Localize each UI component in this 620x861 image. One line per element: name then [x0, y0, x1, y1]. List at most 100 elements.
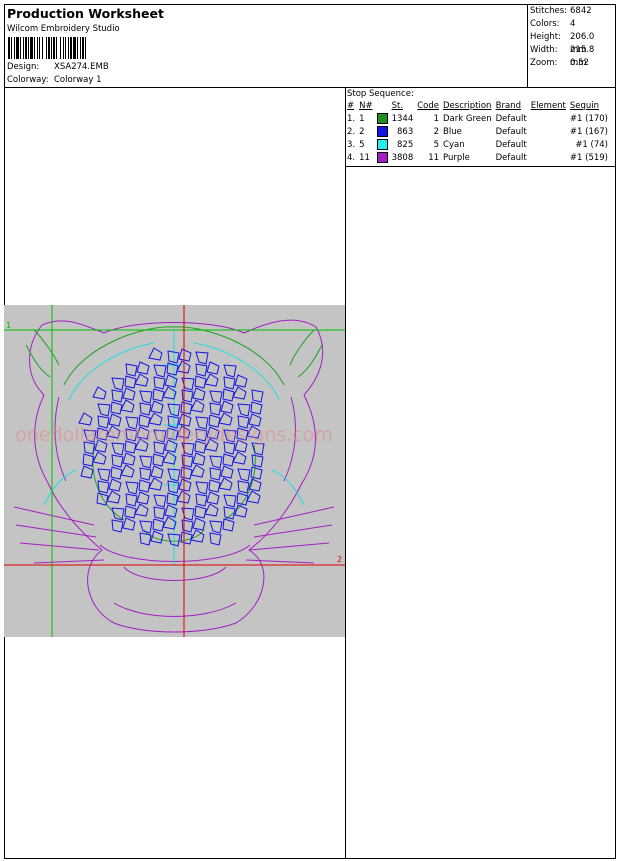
- sequence-row: 1. 1 1344 1 Dark Green Default #1 (170): [345, 112, 610, 125]
- fur-cell-120: [218, 477, 233, 491]
- row-code: 2: [433, 126, 440, 137]
- row-code: 1: [433, 113, 440, 124]
- fur-cell-130: [195, 493, 208, 507]
- fur-cell-37: [139, 402, 152, 416]
- fur-cell-18: [194, 375, 207, 389]
- fur-cell-25: [139, 390, 153, 404]
- fur-cell-141: [194, 505, 207, 519]
- fur-cell-122: [248, 478, 262, 492]
- fur-cell-105: [180, 466, 193, 480]
- fur-cell-119: [208, 479, 221, 493]
- guide-marker-2: 2: [337, 555, 342, 564]
- fur-cell-134: [246, 490, 261, 504]
- stop-sequence-title: Stop Sequence:: [347, 89, 414, 99]
- fur-cell-4: [125, 363, 138, 377]
- row-stitches: 3808: [391, 152, 414, 163]
- fur-cell-30: [209, 390, 223, 404]
- row-sequin: #1 (74): [575, 139, 608, 150]
- row-code: 11: [428, 152, 440, 163]
- fur-cell-32: [232, 386, 247, 400]
- fur-cell-159: [209, 532, 222, 546]
- fur-cell-118: [195, 481, 209, 495]
- color-swatch: [376, 139, 388, 150]
- sequence-divider: [345, 166, 616, 167]
- fur-cell-10: [206, 361, 220, 375]
- fur-cell-146: [122, 517, 136, 531]
- fur-cell-111: [97, 480, 110, 494]
- whisker-6: [249, 542, 330, 551]
- row-needle: 2: [359, 126, 365, 137]
- col-code: Code: [417, 101, 440, 111]
- watermark-text: onedollarembroiderydesigns.com: [15, 424, 333, 446]
- fur-cell-86: [92, 451, 107, 465]
- fur-cell-153: [222, 518, 235, 532]
- row-element: [529, 151, 568, 164]
- head-outline: [29, 319, 324, 633]
- col-sequin: Sequin: [569, 101, 600, 111]
- fur-cell-9: [195, 363, 208, 377]
- fur-cell-15: [153, 376, 166, 390]
- col-brand: Brand: [495, 101, 521, 111]
- fur-cell-41: [190, 399, 205, 413]
- fur-cell-11: [223, 364, 237, 378]
- fur-cell-44: [237, 403, 251, 417]
- sequence-row: 3. 5 825 5 Cyan Default #1 (74): [345, 138, 610, 151]
- fur-cell-22: [92, 386, 107, 400]
- fur-cell-103: [150, 465, 164, 479]
- fur-cell-124: [106, 490, 121, 504]
- fur-cell-114: [138, 479, 151, 493]
- sequence-row: 4. 11 3808 11 Purple Default #1 (519): [345, 151, 610, 164]
- fur-cell-125: [125, 493, 138, 507]
- whisker-7: [245, 559, 315, 564]
- fur-cell-113: [125, 481, 139, 495]
- fur-cell-154: [139, 532, 152, 546]
- fur-cell-90: [152, 453, 165, 467]
- header-divider: [4, 87, 616, 88]
- fur-cell-93: [192, 452, 206, 466]
- fur-cell-147: [139, 520, 153, 534]
- panel-divider: [345, 87, 346, 859]
- colorway-label: Colorway:: [7, 75, 49, 85]
- fur-cell-137: [134, 503, 149, 517]
- fur-cell-34: [97, 403, 111, 417]
- row-index: 1.: [347, 113, 356, 124]
- fur-cell-42: [209, 402, 222, 416]
- fur-cell-107: [209, 467, 222, 481]
- fur-cell-139: [164, 504, 178, 518]
- fur-cell-95: [222, 453, 235, 467]
- whisker-2: [19, 542, 100, 551]
- right-ear: [289, 329, 323, 378]
- design-value: XSA274.EMB: [54, 62, 109, 72]
- fur-cell-24: [122, 387, 136, 401]
- whisker-4: [253, 506, 335, 526]
- col-swatch: [375, 100, 390, 112]
- whisker-3: [33, 559, 105, 564]
- col-stitches: St.: [391, 101, 404, 111]
- fur-cell-126: [136, 491, 150, 505]
- chin-lines: [99, 544, 251, 581]
- row-element: [529, 125, 568, 138]
- fur-cell-108: [220, 465, 234, 479]
- col-element: Element: [530, 101, 566, 111]
- fur-cell-0: [148, 347, 163, 361]
- row-needle: 5: [359, 139, 365, 150]
- fur-cell-106: [190, 464, 205, 478]
- row-index: 3.: [347, 139, 356, 150]
- whisker-1: [15, 524, 97, 538]
- row-description: Blue: [443, 126, 462, 137]
- fur-cell-3: [195, 351, 209, 365]
- fur-cell-21: [234, 374, 248, 388]
- stop-sequence-table: # N# St. Code Description Brand Element …: [345, 100, 610, 164]
- left-ear: [25, 329, 60, 378]
- col-index: #: [347, 101, 355, 111]
- fur-cell-19: [204, 373, 219, 387]
- fur-cell-128: [166, 492, 179, 506]
- whisker-5: [253, 524, 333, 538]
- fur-cell-89: [139, 455, 153, 469]
- barcode: [8, 37, 130, 59]
- col-description: Description: [443, 101, 492, 111]
- row-description: Cyan: [443, 139, 465, 150]
- row-stitches: 1344: [391, 113, 414, 124]
- fur-cell-109: [237, 468, 251, 482]
- fur-cell-6: [153, 364, 167, 378]
